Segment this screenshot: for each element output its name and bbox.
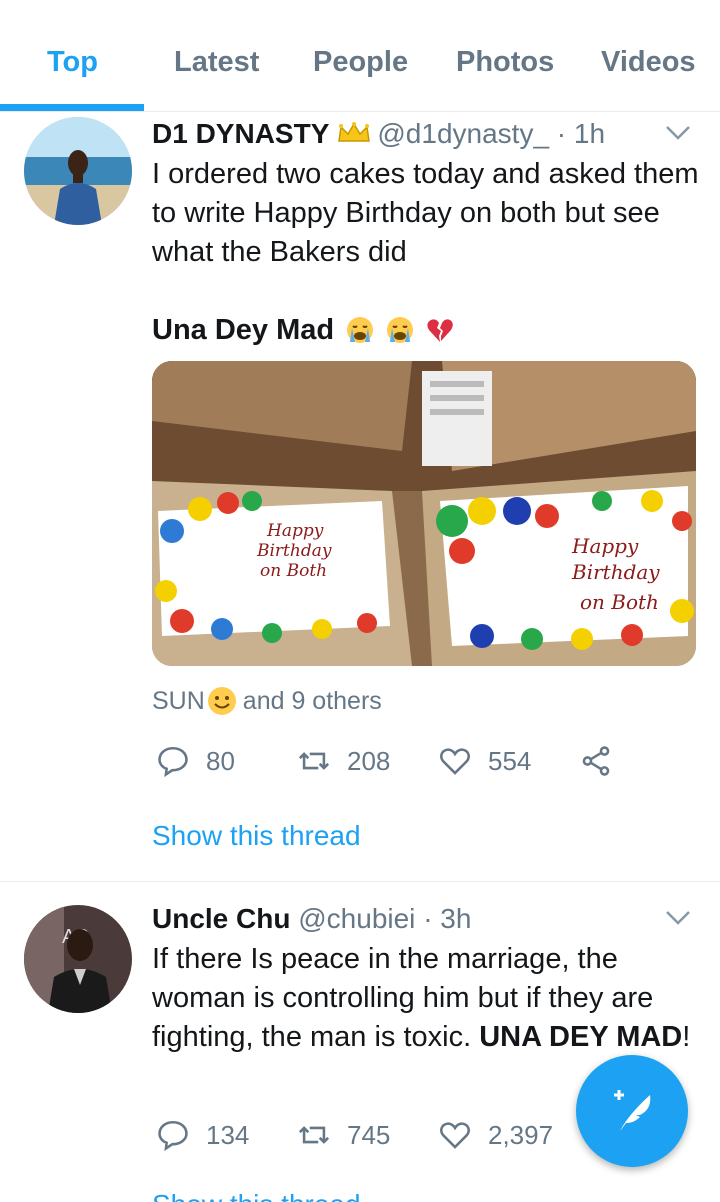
compose-feather-icon xyxy=(614,1090,651,1131)
tweet-photo[interactable]: Happy Birthday on Both Happy Birthday on… xyxy=(152,361,696,666)
tweet-text-bold: Una Dey Mad xyxy=(152,314,335,346)
tweet-text-bold: UNA DEY MAD xyxy=(479,1021,683,1053)
share-button[interactable] xyxy=(579,744,629,778)
heart-icon xyxy=(440,1122,470,1149)
cake-left-text: Happy xyxy=(266,521,324,541)
tab-videos[interactable]: Videos xyxy=(601,46,696,79)
retweet-button[interactable]: 745 xyxy=(297,1118,390,1152)
active-tab-indicator xyxy=(0,104,144,111)
avatar[interactable] xyxy=(24,117,132,225)
chevron-down-icon[interactable] xyxy=(664,124,692,142)
tweet[interactable]: D1 DYNASTY @d1dynasty_ · 1h I ordered two… xyxy=(0,112,720,882)
retweet-icon xyxy=(298,752,330,770)
show-thread-link[interactable]: Show this thread xyxy=(152,1189,361,1202)
display-name[interactable]: Uncle Chu xyxy=(152,903,290,934)
reply-count: 134 xyxy=(206,1119,250,1150)
like-button[interactable]: 2,397 xyxy=(438,1118,553,1152)
liked-by-suffix: and 9 others xyxy=(242,687,382,715)
svg-text:on Both: on Both xyxy=(580,590,659,614)
avatar[interactable]: AS xyxy=(24,905,132,1013)
compose-tweet-button[interactable] xyxy=(576,1055,688,1167)
tab-latest[interactable]: Latest xyxy=(174,46,259,79)
retweet-button[interactable]: 208 xyxy=(297,744,390,778)
retweet-icon xyxy=(298,1126,330,1144)
chevron-down-icon[interactable] xyxy=(664,909,692,927)
handle[interactable]: @d1dynasty_ xyxy=(377,118,549,149)
timestamp: · 3h xyxy=(423,903,472,934)
reply-button[interactable]: 80 xyxy=(156,744,235,778)
tab-top[interactable]: Top xyxy=(47,46,98,79)
share-icon xyxy=(582,746,610,776)
like-count: 2,397 xyxy=(488,1119,554,1150)
search-tabs: Top Latest People Photos Videos xyxy=(0,0,720,112)
crown-icon xyxy=(337,120,371,152)
broken-heart-icon xyxy=(427,319,454,342)
reply-button[interactable]: 134 xyxy=(156,1118,249,1152)
cake-right-text: Happy xyxy=(571,534,639,558)
tab-photos[interactable]: Photos xyxy=(456,46,554,79)
liked-by-name: SUN xyxy=(152,687,205,715)
like-button[interactable]: 554 xyxy=(438,744,531,778)
crying-face-icon xyxy=(347,317,374,343)
reply-icon xyxy=(158,746,188,778)
svg-text:on Both: on Both xyxy=(260,561,327,581)
retweet-count: 745 xyxy=(347,1119,391,1150)
liked-by[interactable]: SUN and 9 others xyxy=(152,686,382,716)
show-thread-link[interactable]: Show this thread xyxy=(152,820,361,852)
tweet-text-line2: Una Dey Mad xyxy=(152,311,702,350)
reply-icon xyxy=(158,1120,188,1152)
svg-text:Birthday: Birthday xyxy=(571,560,660,584)
timestamp: · 1h xyxy=(556,118,606,149)
tweet-header: Uncle Chu @chubiei · 3h xyxy=(152,903,471,935)
retweet-count: 208 xyxy=(347,745,391,776)
reply-count: 80 xyxy=(206,745,235,776)
like-count: 554 xyxy=(488,745,532,776)
smiley-icon xyxy=(207,687,236,715)
display-name[interactable]: D1 DYNASTY xyxy=(152,118,329,149)
heart-icon xyxy=(440,748,470,775)
tweet-text: If there Is peace in the marriage, the w… xyxy=(152,940,702,1057)
tweet-header: D1 DYNASTY @d1dynasty_ · 1h xyxy=(152,118,605,152)
tab-people[interactable]: People xyxy=(313,46,408,79)
tweet-text-end: ! xyxy=(682,1021,691,1053)
handle[interactable]: @chubiei xyxy=(298,903,415,934)
tweet-text: I ordered two cakes today and asked them… xyxy=(152,158,699,268)
crying-face-icon xyxy=(387,317,414,343)
svg-text:Birthday: Birthday xyxy=(256,541,332,561)
